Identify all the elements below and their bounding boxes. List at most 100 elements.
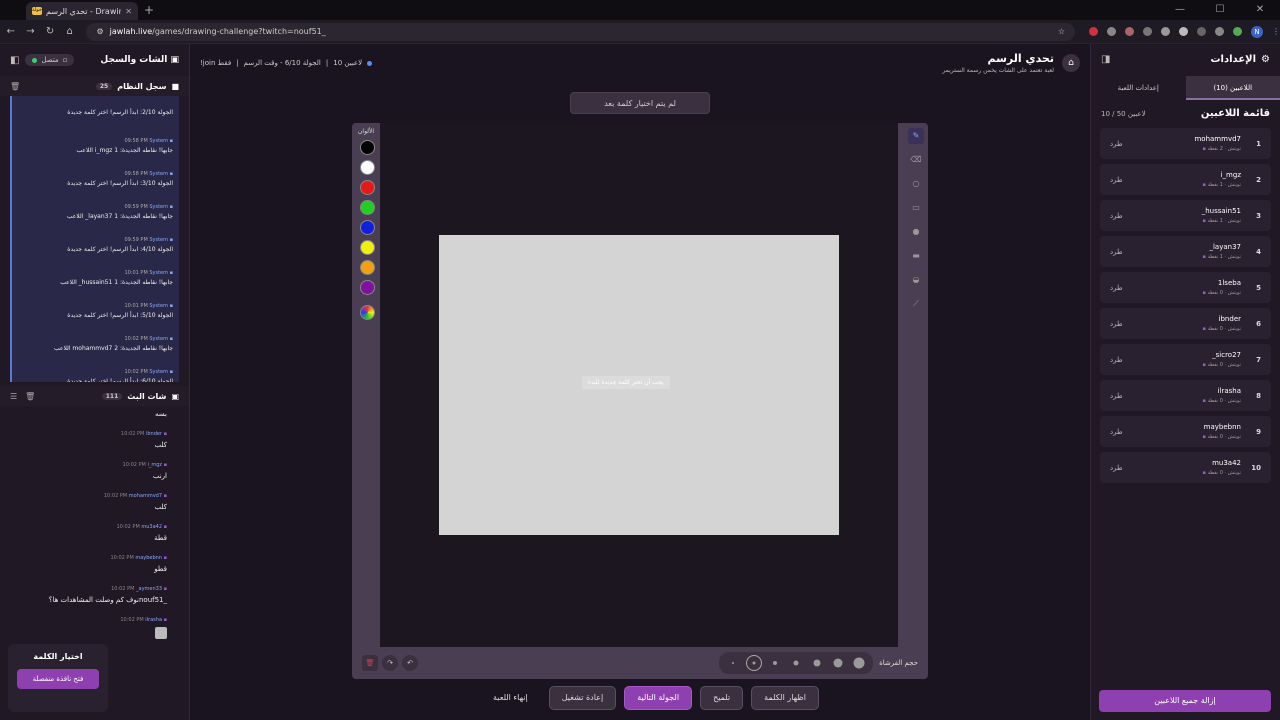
- close-tab-icon[interactable]: ✕: [125, 7, 132, 16]
- extension-icon[interactable]: [1125, 27, 1134, 36]
- minimize-icon[interactable]: —: [1160, 0, 1200, 20]
- filled-rect-tool-icon[interactable]: ▬: [908, 248, 924, 264]
- pencil-tool-icon[interactable]: ✎: [908, 128, 924, 144]
- hint-button[interactable]: تلميح: [700, 686, 744, 710]
- bookmark-icon[interactable]: ☆: [1058, 27, 1065, 36]
- live-chat-header[interactable]: ☰ 🗑 111 شات البث ▣: [0, 386, 189, 406]
- fill-tool-icon[interactable]: ◒: [908, 272, 924, 288]
- player-row: طرد _layan37 ▪ تويتش · 1 نقطة 4: [1100, 236, 1271, 267]
- kick-button[interactable]: طرد: [1110, 428, 1123, 436]
- color-swatch[interactable]: [360, 200, 375, 215]
- collapse-panel-icon[interactable]: ◧: [10, 55, 19, 66]
- message-user: System: [149, 236, 169, 243]
- reload-icon[interactable]: ↻: [41, 26, 59, 37]
- game-area: !join فقط | الجولة 6/10 - وقت الرسم | 10…: [190, 44, 1090, 720]
- live-chat-list[interactable]: بسه 10:02 PM ibnder ▪ كلب 10:02 PM i_mgz ▪ ا…: [0, 406, 189, 646]
- kick-button[interactable]: طرد: [1110, 176, 1123, 184]
- game-title: تحدي الرسم: [987, 52, 1054, 65]
- color-swatch[interactable]: [360, 220, 375, 235]
- menu-icon[interactable]: ⋮: [1272, 27, 1280, 36]
- player-rank: 4: [1256, 247, 1261, 256]
- next-round-button[interactable]: الجولة التالية: [624, 686, 693, 710]
- message-user: System: [149, 335, 169, 342]
- redo-icon[interactable]: ↷: [382, 655, 398, 671]
- open-window-button[interactable]: فتح نافذة منفصلة: [17, 669, 99, 689]
- brush-size-3[interactable]: [767, 655, 783, 671]
- back-icon[interactable]: ←: [2, 26, 20, 37]
- rect-tool-icon[interactable]: ▭: [908, 200, 924, 216]
- word-pick-title: اختيار الكلمة: [33, 652, 83, 661]
- kick-button[interactable]: طرد: [1110, 464, 1123, 472]
- kick-button[interactable]: طرد: [1110, 140, 1123, 148]
- extension-icon[interactable]: [1143, 27, 1152, 36]
- kick-button[interactable]: طرد: [1110, 392, 1123, 400]
- brush-size-7[interactable]: [851, 655, 867, 671]
- profile-avatar[interactable]: N: [1251, 25, 1263, 38]
- player-row: طرد i_mgz ▪ تويتش · 1 نقطة 2: [1100, 164, 1271, 195]
- undo-icon[interactable]: ↶: [402, 655, 418, 671]
- clear-canvas-icon[interactable]: 🗑: [362, 655, 378, 671]
- extension-icon[interactable]: [1161, 27, 1170, 36]
- live-chat-title: شات البث: [127, 391, 167, 401]
- end-game-button[interactable]: إنهاء اللعبة: [480, 686, 541, 710]
- brush-size-6[interactable]: [830, 655, 846, 671]
- site-info-icon[interactable]: ⚙: [96, 27, 103, 36]
- player-name: mohammvd7: [1194, 135, 1241, 143]
- kick-button[interactable]: طرد: [1110, 248, 1123, 256]
- collapse-panel-icon[interactable]: ◨: [1101, 54, 1110, 65]
- system-log-list[interactable]: الجولة 2/10: ابدأ الرسم! اختر كلمة جديدة…: [0, 96, 189, 382]
- new-tab-icon[interactable]: +: [144, 3, 154, 17]
- eraser-tool-icon[interactable]: ⌫: [908, 152, 924, 168]
- online-dot-icon: [32, 57, 38, 63]
- drawing-canvas[interactable]: يجب أن تختر كلمة جديدة للبدء: [439, 235, 839, 535]
- message-time: 10:02 PM: [116, 524, 140, 530]
- extension-icon[interactable]: [1089, 27, 1098, 36]
- kick-button[interactable]: طرد: [1110, 284, 1123, 292]
- color-swatch[interactable]: [360, 180, 375, 195]
- extension-icon[interactable]: [1179, 27, 1188, 36]
- restart-button[interactable]: إعادة تشغيل: [548, 686, 617, 710]
- brush-size-4[interactable]: [788, 655, 804, 671]
- tab-players[interactable]: اللاعبين (10): [1185, 76, 1280, 100]
- kick-button[interactable]: طرد: [1110, 212, 1123, 220]
- game-actions: إنهاء اللعبة إعادة تشغيل الجولة التالية …: [480, 686, 819, 710]
- line-tool-icon[interactable]: ⟋: [908, 296, 924, 312]
- url-path: /games/drawing-challenge?twitch=nouf51_: [152, 27, 326, 36]
- puzzle-icon[interactable]: [1197, 27, 1206, 36]
- brush-size-5[interactable]: [809, 655, 825, 671]
- kick-button[interactable]: طرد: [1110, 320, 1123, 328]
- player-rank: 2: [1256, 175, 1261, 184]
- color-picker-swatch[interactable]: [360, 305, 375, 320]
- home-icon[interactable]: ⌂: [61, 26, 79, 37]
- home-button[interactable]: ⌂: [1062, 54, 1080, 72]
- brush-size-1[interactable]: [725, 655, 741, 671]
- circle-tool-icon[interactable]: ○: [908, 176, 924, 192]
- color-swatch[interactable]: [360, 140, 375, 155]
- forward-icon[interactable]: →: [22, 26, 40, 37]
- trash-icon[interactable]: 🗑: [10, 82, 20, 91]
- players-dot-icon: [367, 60, 373, 66]
- canvas-hint: يجب أن تختر كلمة جديدة للبدء: [582, 376, 670, 389]
- brush-size-2[interactable]: [746, 655, 763, 671]
- canvas-area[interactable]: يجب أن تختر كلمة جديدة للبدء: [380, 123, 898, 647]
- url-field[interactable]: ⚙ jawlah.live/games/drawing-challenge?tw…: [86, 22, 1075, 41]
- color-swatch[interactable]: [360, 280, 375, 295]
- trash-icon[interactable]: 🗑: [25, 392, 35, 401]
- show-word-button[interactable]: اظهار الكلمة: [751, 686, 819, 710]
- twitch-icon: ▪: [1202, 326, 1206, 332]
- browser-tab[interactable]: جولة تحدي الرسم - Drawing Challenge ✕: [26, 2, 138, 20]
- kick-button[interactable]: طرد: [1110, 356, 1123, 364]
- system-log-header[interactable]: 🗑 25 سجل النظام ■: [0, 76, 189, 96]
- color-swatch[interactable]: [360, 160, 375, 175]
- close-window-icon[interactable]: ✕: [1240, 0, 1280, 20]
- tab-game-settings[interactable]: إعدادات اللعبة: [1091, 76, 1186, 100]
- color-swatch[interactable]: [360, 260, 375, 275]
- list-icon[interactable]: ☰: [10, 392, 17, 401]
- extension-icon[interactable]: [1107, 27, 1116, 36]
- remove-all-players-button[interactable]: إزالة جميع اللاعبين: [1099, 690, 1271, 712]
- extension-icon[interactable]: [1233, 27, 1242, 36]
- filled-circle-tool-icon[interactable]: ●: [908, 224, 924, 240]
- download-icon[interactable]: [1215, 27, 1224, 36]
- maximize-icon[interactable]: ☐: [1200, 0, 1240, 20]
- color-swatch[interactable]: [360, 240, 375, 255]
